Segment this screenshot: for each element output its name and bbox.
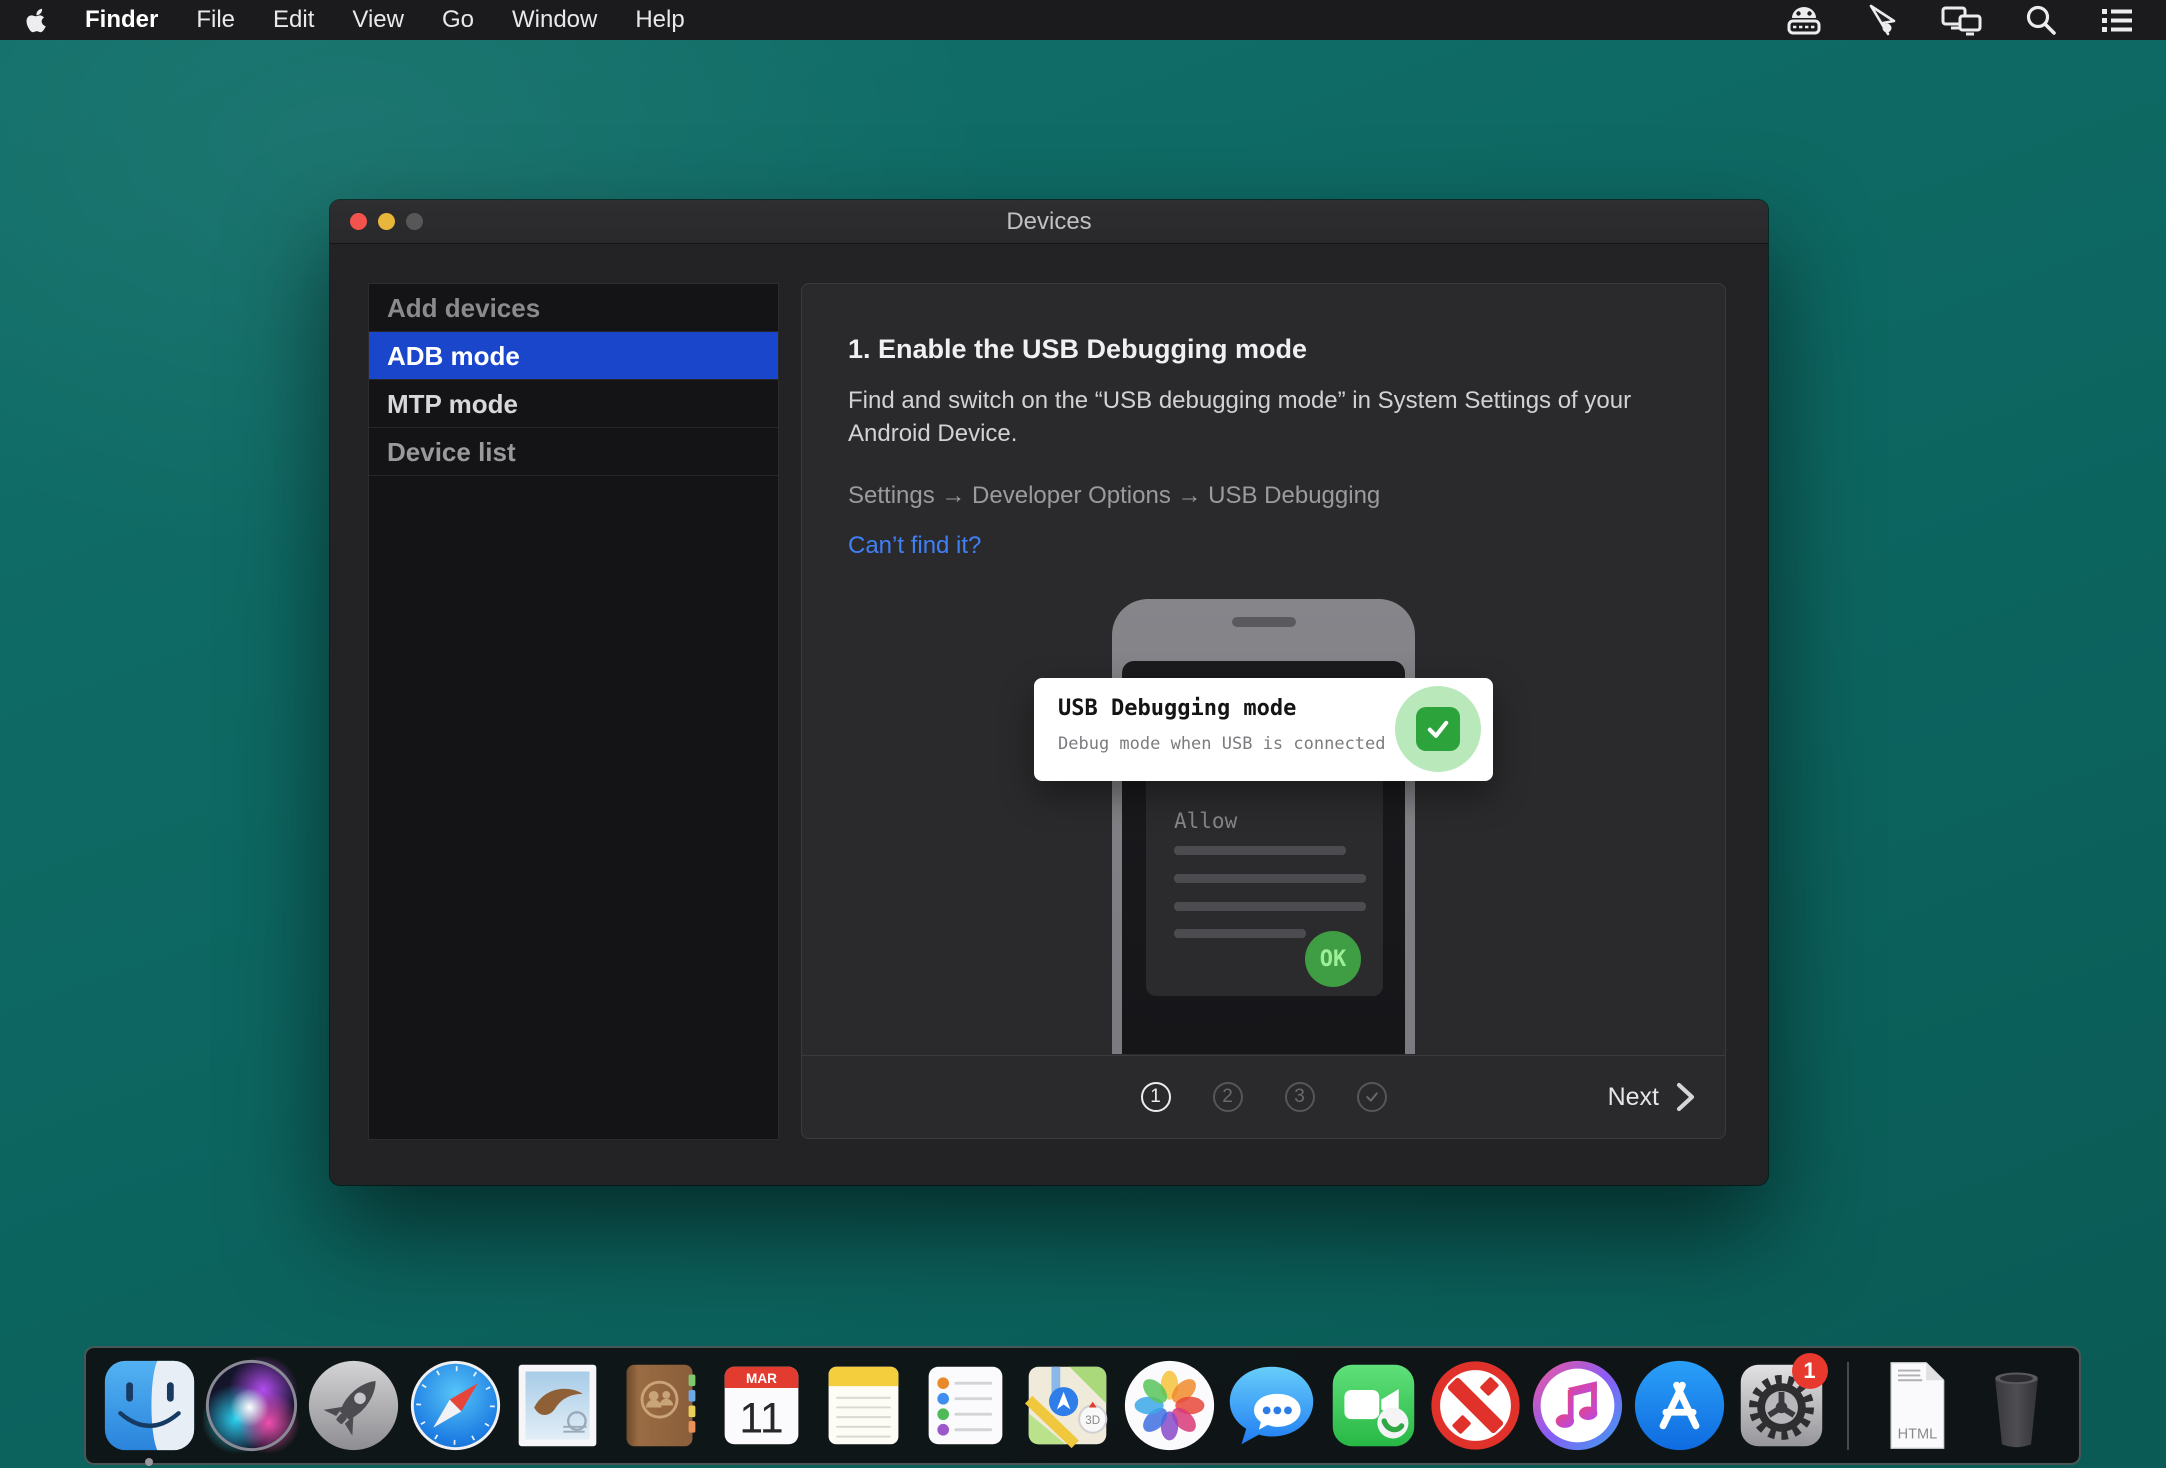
usb-debugging-popup: USB Debugging mode Debug mode when USB i… (1034, 678, 1493, 781)
step-indicator: 1 2 3 (1141, 1082, 1387, 1112)
phone-graphic: Allow OK (1112, 599, 1415, 1054)
app-store-icon (1631, 1357, 1728, 1454)
notes-icon (815, 1357, 912, 1454)
reminders-icon (917, 1357, 1014, 1454)
menu-item-window[interactable]: Window (493, 0, 616, 40)
notification-badge: 1 (1792, 1353, 1828, 1389)
dialog-text-line (1174, 929, 1306, 938)
window-titlebar[interactable]: Devices (330, 200, 1768, 244)
dock-item-finder[interactable] (101, 1357, 198, 1454)
sidebar-item-add-devices[interactable]: Add devices (369, 284, 778, 332)
dock-item-photos[interactable] (1121, 1357, 1218, 1454)
apple-menu[interactable] (0, 7, 66, 33)
step-done-indicator[interactable] (1357, 1082, 1387, 1112)
screen-share-cursor-icon[interactable] (1864, 3, 1900, 37)
dock-item-messages[interactable] (1223, 1357, 1320, 1454)
android-status-icon[interactable] (1784, 3, 1824, 37)
phone-dialog: Allow OK (1146, 761, 1383, 996)
trash-icon (1968, 1357, 2065, 1454)
svg-text:3D: 3D (1085, 1414, 1100, 1427)
calendar-month: MAR (746, 1371, 777, 1386)
photos-icon (1121, 1357, 1218, 1454)
main-panel: 1. Enable the USB Debugging mode Find an… (801, 283, 1726, 1139)
menu-item-go[interactable]: Go (423, 0, 493, 40)
calendar-icon: MAR 11 (713, 1357, 810, 1454)
contacts-icon (611, 1357, 708, 1454)
devices-window: Devices Add devices ADB mode MTP mode De… (330, 200, 1768, 1185)
running-indicator-dot (145, 1458, 153, 1466)
dock-item-trash[interactable] (1968, 1357, 2065, 1454)
window-title: Devices (330, 200, 1768, 244)
dock-separator (1847, 1362, 1849, 1450)
menu-bar: Finder File Edit View Go Window Help (0, 0, 2166, 40)
displays-icon[interactable] (1940, 3, 1984, 37)
sidebar: Add devices ADB mode MTP mode Device lis… (368, 283, 779, 1140)
sidebar-item-device-list[interactable]: Device list (369, 428, 778, 476)
spotlight-search-icon[interactable] (2024, 3, 2058, 37)
music-icon (1529, 1357, 1626, 1454)
dock-item-app-store[interactable] (1631, 1357, 1728, 1454)
step-1-indicator[interactable]: 1 (1141, 1082, 1171, 1112)
checkbox-highlight-circle (1395, 686, 1481, 772)
news-icon (1427, 1357, 1524, 1454)
menu-item-file[interactable]: File (177, 0, 254, 40)
check-icon (1364, 1089, 1380, 1105)
sidebar-item-mtp-mode[interactable]: MTP mode (369, 380, 778, 428)
next-label: Next (1608, 1083, 1659, 1112)
safari-icon (407, 1357, 504, 1454)
html-file-label: HTML (1897, 1426, 1937, 1442)
cant-find-it-link[interactable]: Can’t find it? (848, 532, 981, 560)
dock-item-launchpad[interactable] (305, 1357, 402, 1454)
apple-logo-icon (26, 7, 48, 33)
dialog-text-line (1174, 846, 1346, 855)
dock-item-reminders[interactable] (917, 1357, 1014, 1454)
menu-item-help[interactable]: Help (616, 0, 703, 40)
sidebar-item-adb-mode[interactable]: ADB mode (369, 332, 778, 380)
dock-item-contacts[interactable] (611, 1357, 708, 1454)
html-file-icon: HTML (1866, 1357, 1963, 1454)
dock-item-music[interactable] (1529, 1357, 1626, 1454)
dock-item-safari[interactable] (407, 1357, 504, 1454)
dock-item-maps[interactable]: 3D (1019, 1357, 1116, 1454)
popup-title: USB Debugging mode (1058, 696, 1296, 721)
phone-illustration: Allow OK (803, 599, 1724, 1054)
siri-icon (203, 1357, 300, 1454)
dock: MAR 11 (84, 1346, 2081, 1465)
menu-item-edit[interactable]: Edit (254, 0, 333, 40)
chevron-right-icon (1675, 1082, 1697, 1112)
dialog-text-line (1174, 874, 1366, 883)
dialog-text-line (1174, 902, 1366, 911)
step-2-indicator[interactable]: 2 (1213, 1082, 1243, 1112)
finder-icon (101, 1357, 198, 1454)
settings-path: Settings → Developer Options → USB Debug… (848, 482, 1380, 510)
step-description: Find and switch on the “USB debugging mo… (848, 384, 1648, 450)
wizard-footer: 1 2 3 Next (802, 1055, 1725, 1138)
phone-speaker (1232, 617, 1296, 627)
dock-item-notes[interactable] (815, 1357, 912, 1454)
allow-label: Allow (1174, 809, 1237, 833)
dock-item-calendar[interactable]: MAR 11 (713, 1357, 810, 1454)
dock-item-facetime[interactable] (1325, 1357, 1422, 1454)
launchpad-icon (305, 1357, 402, 1454)
menu-item-view[interactable]: View (333, 0, 423, 40)
maps-icon: 3D (1019, 1357, 1116, 1454)
next-button[interactable]: Next (1608, 1082, 1697, 1112)
calendar-day: 11 (739, 1395, 783, 1443)
menu-item-app[interactable]: Finder (66, 0, 177, 40)
list-menu-icon[interactable] (2098, 4, 2136, 36)
ok-button-graphic: OK (1305, 931, 1361, 987)
checked-checkbox-icon (1416, 707, 1460, 751)
dock-item-html-file[interactable]: HTML (1866, 1357, 1963, 1454)
step-3-indicator[interactable]: 3 (1285, 1082, 1315, 1112)
dock-item-system-preferences[interactable]: 1 (1733, 1357, 1830, 1454)
dock-item-news[interactable] (1427, 1357, 1524, 1454)
popup-subtitle: Debug mode when USB is connected (1058, 734, 1386, 754)
dock-item-mail[interactable] (509, 1357, 606, 1454)
dock-item-siri[interactable] (203, 1357, 300, 1454)
step-title: 1. Enable the USB Debugging mode (848, 334, 1307, 365)
mail-icon (509, 1357, 606, 1454)
desktop: Finder File Edit View Go Window Help (0, 0, 2166, 1468)
messages-icon (1223, 1357, 1320, 1454)
facetime-icon (1325, 1357, 1422, 1454)
